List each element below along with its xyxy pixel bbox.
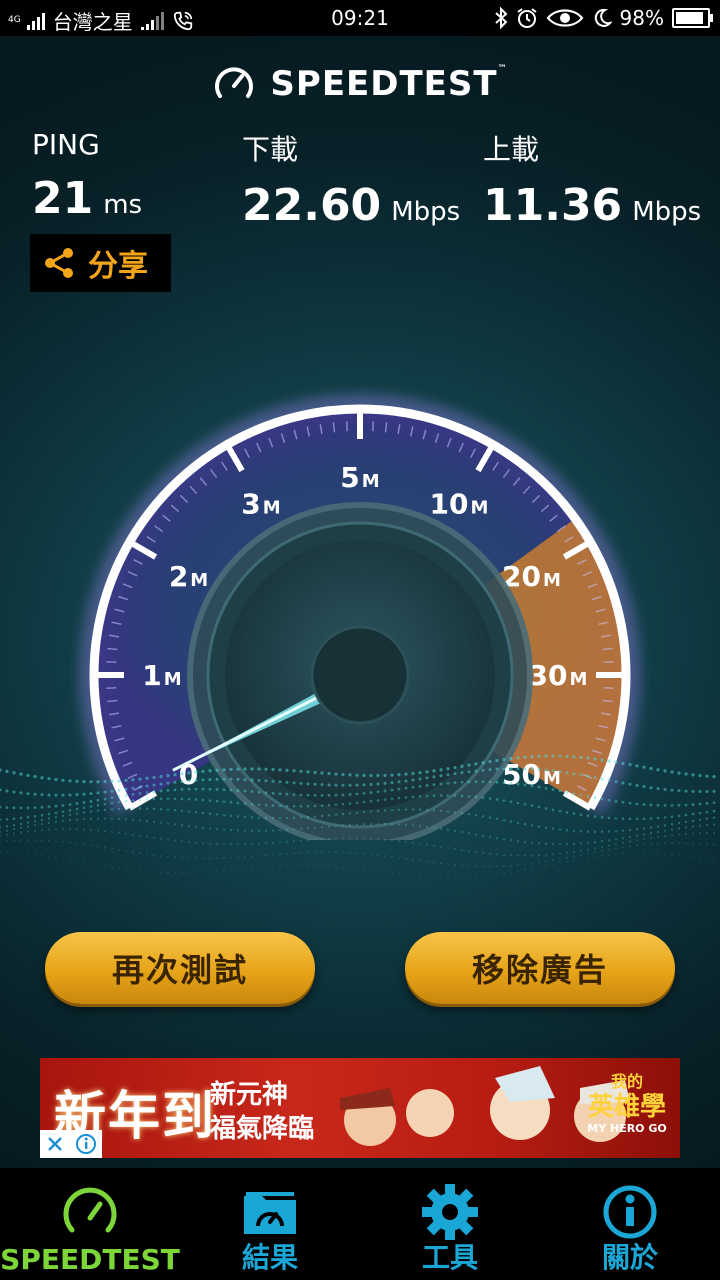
ping-unit: ms bbox=[103, 190, 143, 220]
upload-result: 上載 11.36 Mbps bbox=[483, 128, 701, 231]
ping-value-row: 21 ms bbox=[32, 173, 142, 224]
nav-tools-label: 工具 bbox=[421, 1241, 478, 1274]
nav-results[interactable]: 結果 bbox=[180, 1168, 360, 1280]
ping-value: 21 bbox=[32, 173, 94, 224]
speedtest-logo-icon bbox=[215, 67, 254, 98]
upload-unit: Mbps bbox=[632, 197, 702, 227]
ad-line-1: 新元神 bbox=[210, 1080, 289, 1110]
gear-icon bbox=[422, 1184, 478, 1240]
download-value-row: 22.60 Mbps bbox=[242, 180, 460, 231]
download-unit: Mbps bbox=[391, 197, 461, 227]
bottom-nav: SPEEDTEST 結果 工具 關於 bbox=[0, 1168, 720, 1280]
upload-value: 11.36 bbox=[483, 180, 623, 231]
share-icon bbox=[45, 248, 73, 278]
ad-logo-top: 我的 bbox=[610, 1072, 643, 1091]
ad-info-icon[interactable] bbox=[75, 1133, 97, 1155]
ad-logo: 我的 英雄學 MY HERO GO bbox=[582, 1068, 672, 1150]
app-title: SPEEDTEST™ bbox=[270, 64, 508, 104]
battery-percent: 98% bbox=[619, 6, 664, 30]
ping-result: PING 21 ms bbox=[32, 128, 142, 224]
status-right: 98% bbox=[494, 6, 713, 30]
gauge-hub bbox=[310, 625, 410, 725]
download-value: 22.60 bbox=[242, 180, 382, 231]
remove-ads-button[interactable]: 移除廣告 bbox=[405, 932, 675, 1004]
ad-logo-main: 英雄學 bbox=[587, 1092, 666, 1122]
share-button[interactable]: 分享 bbox=[30, 234, 171, 292]
moon-icon bbox=[594, 8, 612, 27]
bluetooth-icon bbox=[494, 7, 507, 29]
info-icon bbox=[603, 1185, 657, 1239]
download-result: 下載 22.60 Mbps bbox=[242, 128, 460, 231]
nav-speedtest-label: SPEEDTEST bbox=[0, 1243, 180, 1276]
ad-controls bbox=[40, 1130, 102, 1158]
ad-line-2: 福氣降臨 bbox=[210, 1114, 315, 1144]
nav-about-label: 關於 bbox=[601, 1241, 658, 1274]
app-header: SPEEDTEST™ bbox=[0, 62, 720, 106]
ad-close-icon[interactable] bbox=[45, 1134, 65, 1154]
nav-results-label: 結果 bbox=[241, 1241, 298, 1274]
download-sparkline bbox=[241, 250, 419, 292]
nav-about[interactable]: 關於 bbox=[540, 1168, 720, 1280]
ad-banner[interactable]: 新年到 新元神 福氣降臨 我的 英雄學 MY HERO GO bbox=[40, 1058, 680, 1158]
wave-decoration bbox=[0, 754, 716, 878]
eye-icon bbox=[546, 9, 583, 27]
results-folder-icon bbox=[244, 1192, 296, 1234]
ad-logo-bottom: MY HERO GO bbox=[587, 1122, 667, 1135]
remove-ads-label: 移除廣告 bbox=[471, 951, 608, 989]
upload-sparkline bbox=[487, 250, 657, 292]
share-label: 分享 bbox=[88, 249, 148, 284]
nav-tools[interactable]: 工具 bbox=[360, 1168, 540, 1280]
nav-speedtest[interactable]: SPEEDTEST bbox=[0, 1168, 180, 1280]
battery-icon bbox=[672, 8, 713, 28]
ping-label: PING bbox=[32, 128, 100, 161]
retest-button[interactable]: 再次測試 bbox=[45, 932, 315, 1004]
speedometer-icon bbox=[63, 1187, 117, 1233]
alarm-icon bbox=[516, 8, 537, 28]
retest-label: 再次測試 bbox=[111, 951, 248, 989]
download-label: 下載 bbox=[242, 133, 299, 166]
status-bar: 4G 台灣之星 09:21 98% bbox=[0, 0, 720, 36]
upload-value-row: 11.36 Mbps bbox=[483, 180, 701, 231]
upload-label: 上載 bbox=[483, 133, 540, 166]
